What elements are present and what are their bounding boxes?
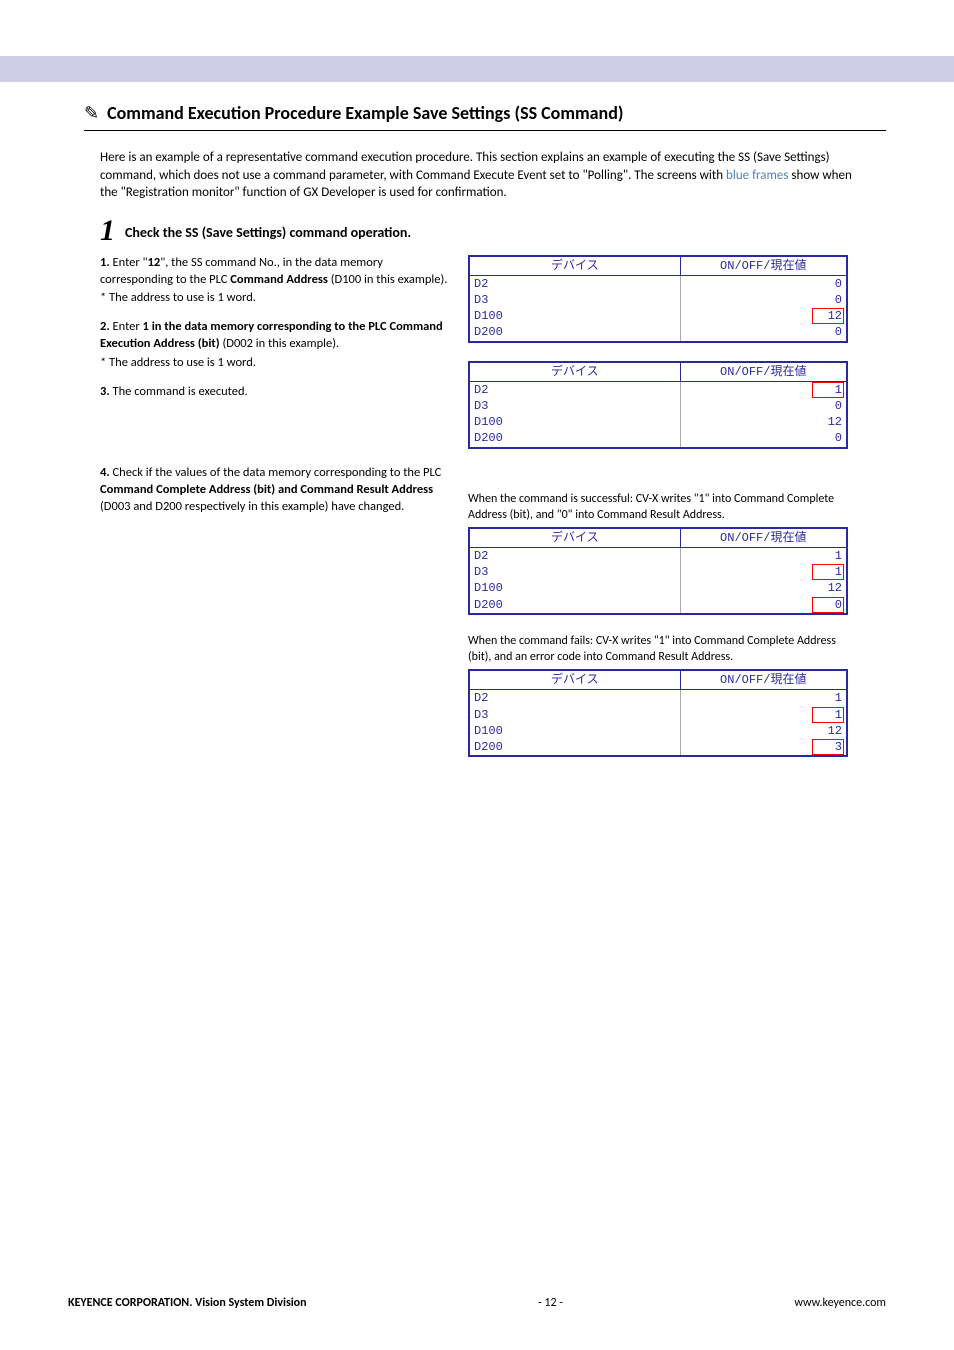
- plc-row: D20: [470, 276, 846, 292]
- plc-table-2: デバイス ON/OFF/現在値 D21D30D10012D2000: [468, 361, 848, 449]
- plc-value-cell: 12: [681, 414, 846, 430]
- caption-success: When the command is successful: CV-X wri…: [468, 491, 848, 523]
- plc-header-device: デバイス: [470, 257, 681, 275]
- plc-device-cell: D2: [470, 382, 681, 398]
- plc-table-4: デバイス ON/OFF/現在値 D21D31D10012D2003: [468, 669, 848, 757]
- plc-row: D10012: [470, 723, 846, 739]
- footer-left: KEYENCE CORPORATION. Vision System Divis…: [68, 1296, 307, 1310]
- plc-device-cell: D200: [470, 430, 681, 446]
- footer-page-number: - 12 -: [538, 1296, 563, 1310]
- plc-value-cell: 0: [681, 597, 846, 613]
- plc-value-cell: 12: [681, 580, 846, 596]
- plc-device-cell: D3: [470, 292, 681, 308]
- blue-frames-text: blue frames: [726, 168, 788, 183]
- plc-device-cell: D3: [470, 398, 681, 414]
- caption-fail: When the command fails: CV-X writes "1" …: [468, 633, 848, 665]
- right-column: デバイス ON/OFF/現在値 D20D30D10012D2000 デバイス O…: [468, 255, 848, 776]
- plc-device-cell: D2: [470, 690, 681, 706]
- plc-value-cell: 1: [681, 707, 846, 723]
- plc-row: D2003: [470, 739, 846, 755]
- plc-device-cell: D100: [470, 723, 681, 739]
- plc-value-cell: 1: [681, 548, 846, 564]
- big-step-number: 1: [100, 220, 115, 241]
- plc-device-cell: D100: [470, 414, 681, 430]
- plc-value-cell: 12: [681, 308, 846, 324]
- plc-value-cell: 1: [681, 382, 846, 398]
- plc-value-cell: 0: [681, 398, 846, 414]
- plc-device-cell: D100: [470, 580, 681, 596]
- plc-value-cell: 3: [681, 739, 846, 755]
- plc-device-cell: D100: [470, 308, 681, 324]
- plc-row: D31: [470, 564, 846, 580]
- step-subtitle: Check the SS (Save Settings) command ope…: [125, 224, 411, 241]
- plc-row: D10012: [470, 580, 846, 596]
- pencil-icon: ✎: [84, 102, 99, 124]
- plc-device-cell: D200: [470, 324, 681, 340]
- plc-value-cell: 1: [681, 690, 846, 706]
- plc-device-cell: D2: [470, 548, 681, 564]
- plc-device-cell: D200: [470, 597, 681, 613]
- plc-value-cell: 12: [681, 723, 846, 739]
- plc-row: D2000: [470, 324, 846, 340]
- plc-device-cell: D3: [470, 564, 681, 580]
- section-title: Command Execution Procedure Example Save…: [107, 102, 623, 124]
- plc-row: D31: [470, 707, 846, 723]
- step-1-heading: 1 Check the SS (Save Settings) command o…: [100, 220, 886, 241]
- plc-device-cell: D200: [470, 739, 681, 755]
- plc-row: D21: [470, 382, 846, 398]
- plc-row: D30: [470, 292, 846, 308]
- plc-device-cell: D3: [470, 707, 681, 723]
- plc-row: D10012: [470, 308, 846, 324]
- plc-value-cell: 1: [681, 564, 846, 580]
- plc-header-value: ON/OFF/現在値: [681, 257, 846, 275]
- plc-row: D2000: [470, 597, 846, 613]
- plc-table-3: デバイス ON/OFF/現在値 D21D31D10012D2000: [468, 527, 848, 615]
- plc-table-1: デバイス ON/OFF/現在値 D20D30D10012D2000: [468, 255, 848, 343]
- footer-right: www.keyence.com: [794, 1296, 886, 1310]
- plc-value-cell: 0: [681, 430, 846, 446]
- plc-row: D30: [470, 398, 846, 414]
- intro-paragraph: Here is an example of a representative c…: [100, 149, 870, 202]
- plc-value-cell: 0: [681, 292, 846, 308]
- plc-device-cell: D2: [470, 276, 681, 292]
- plc-row: D2000: [470, 430, 846, 446]
- plc-row: D21: [470, 690, 846, 706]
- plc-value-cell: 0: [681, 324, 846, 340]
- plc-value-cell: 0: [681, 276, 846, 292]
- purple-header-bar: [0, 56, 954, 82]
- section-underline: [84, 130, 886, 131]
- plc-row: D10012: [470, 414, 846, 430]
- left-column: 1. Enter "12", the SS command No., in th…: [100, 255, 450, 776]
- plc-row: D21: [470, 548, 846, 564]
